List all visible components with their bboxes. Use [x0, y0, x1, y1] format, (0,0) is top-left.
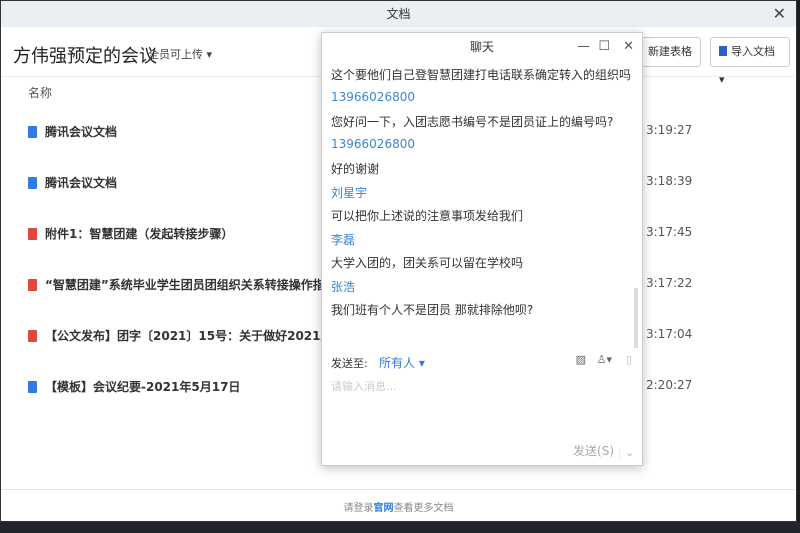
file-name: 腾讯会议文档	[45, 125, 118, 139]
import-doc-icon	[719, 46, 727, 56]
doc-file-icon	[28, 177, 37, 189]
panel-icon[interactable]: ▯	[626, 353, 632, 366]
maximize-icon[interactable]: ☐	[598, 33, 610, 61]
message-text: 这个要他们自己登智慧团建打电话联系确定转入的组织吗	[331, 68, 632, 82]
image-icon[interactable]: ▨	[576, 353, 586, 366]
message-text: 大学入团的，团关系可以留在学校吗	[331, 256, 524, 270]
page-title: 方伟强预定的会议	[13, 46, 157, 67]
message-sender: 13966026800	[331, 89, 415, 104]
file-name: 【公文发布】团字〔2021〕15号：关于做好2021届毕	[45, 329, 325, 343]
user-icon[interactable]: ♙▾	[597, 353, 612, 366]
footer-text-more: 查看更多文档	[393, 503, 454, 514]
pdf-file-icon	[28, 330, 37, 342]
message-text: 您好问一下，入团志愿书编号不是团员证上的编号吗?	[331, 115, 614, 129]
permission-dropdown[interactable]: 全员可上传 ▾	[148, 46, 212, 62]
taskbar	[0, 522, 800, 533]
import-button[interactable]: 导入文档 ▾	[710, 37, 790, 86]
scrollbar[interactable]	[634, 288, 638, 348]
send-to-bar: 发送至: 所有人 ▾ ▨ ♙▾ ▯	[322, 351, 642, 373]
official-site-link[interactable]: 官网	[374, 503, 394, 514]
message-sender: 刘星宇	[331, 185, 368, 200]
send-button[interactable]: 发送(S)	[573, 442, 614, 459]
file-name: 腾讯会议文档	[45, 176, 118, 190]
send-to-label: 发送至:	[331, 357, 368, 370]
chat-window: 聊天 — ☐ ✕ 这个要他们自己登智慧团建打电话联系确定转入的组织吗 139660…	[321, 32, 643, 466]
footer: 请登录官网查看更多文档	[1, 489, 796, 523]
send-options-icon[interactable]: ⌄	[618, 448, 634, 459]
message-text: 可以把你上述说的注意事项发给我们	[331, 209, 524, 223]
message-input[interactable]: 请输入消息...	[331, 378, 397, 394]
file-time: 2:20:27	[646, 378, 693, 392]
file-name: 【模板】会议纪要-2021年5月17日	[45, 380, 241, 394]
recipient-dropdown[interactable]: 所有人 ▾	[379, 354, 425, 371]
file-name: “智慧团建”系统毕业学生团员团组织关系转接操作指	[45, 278, 325, 292]
import-label: 导入文档 ▾	[719, 45, 775, 86]
message-text: 好的谢谢	[331, 162, 380, 176]
file-time: 3:17:45	[646, 225, 693, 239]
footer-text: 请登录	[343, 503, 374, 514]
new-sheet-label: 新建表格	[648, 45, 692, 58]
column-header-name[interactable]: 名称	[28, 84, 52, 101]
close-icon[interactable]: ✕	[623, 33, 634, 61]
file-name: 附件1：智慧团建（发起转接步骤）	[45, 227, 234, 241]
pdf-file-icon	[28, 228, 37, 240]
file-time: 3:17:04	[646, 327, 693, 341]
window-title: 文档	[386, 7, 411, 21]
file-time: 3:19:27	[646, 123, 693, 137]
close-icon[interactable]: ✕	[773, 1, 786, 27]
title-bar: 文档 ✕	[1, 1, 796, 27]
message-sender: 张浩	[331, 279, 356, 294]
chat-title-bar: 聊天 — ☐ ✕	[322, 33, 642, 61]
message-sender: 李磊	[331, 232, 356, 247]
pdf-file-icon	[28, 279, 37, 291]
file-time: 3:17:22	[646, 276, 693, 290]
chat-title: 聊天	[469, 40, 494, 54]
minimize-icon[interactable]: —	[577, 33, 590, 61]
doc-file-icon	[28, 381, 37, 393]
message-list: 这个要他们自己登智慧团建打电话联系确定转入的组织吗 13966026800 您好问一…	[322, 61, 642, 351]
message-sender: 13966026800	[331, 136, 415, 151]
file-time: 3:18:39	[646, 174, 693, 188]
message-text: 我们班有个人不是团员 那就排除他呗?	[331, 303, 534, 317]
doc-file-icon	[28, 126, 37, 138]
